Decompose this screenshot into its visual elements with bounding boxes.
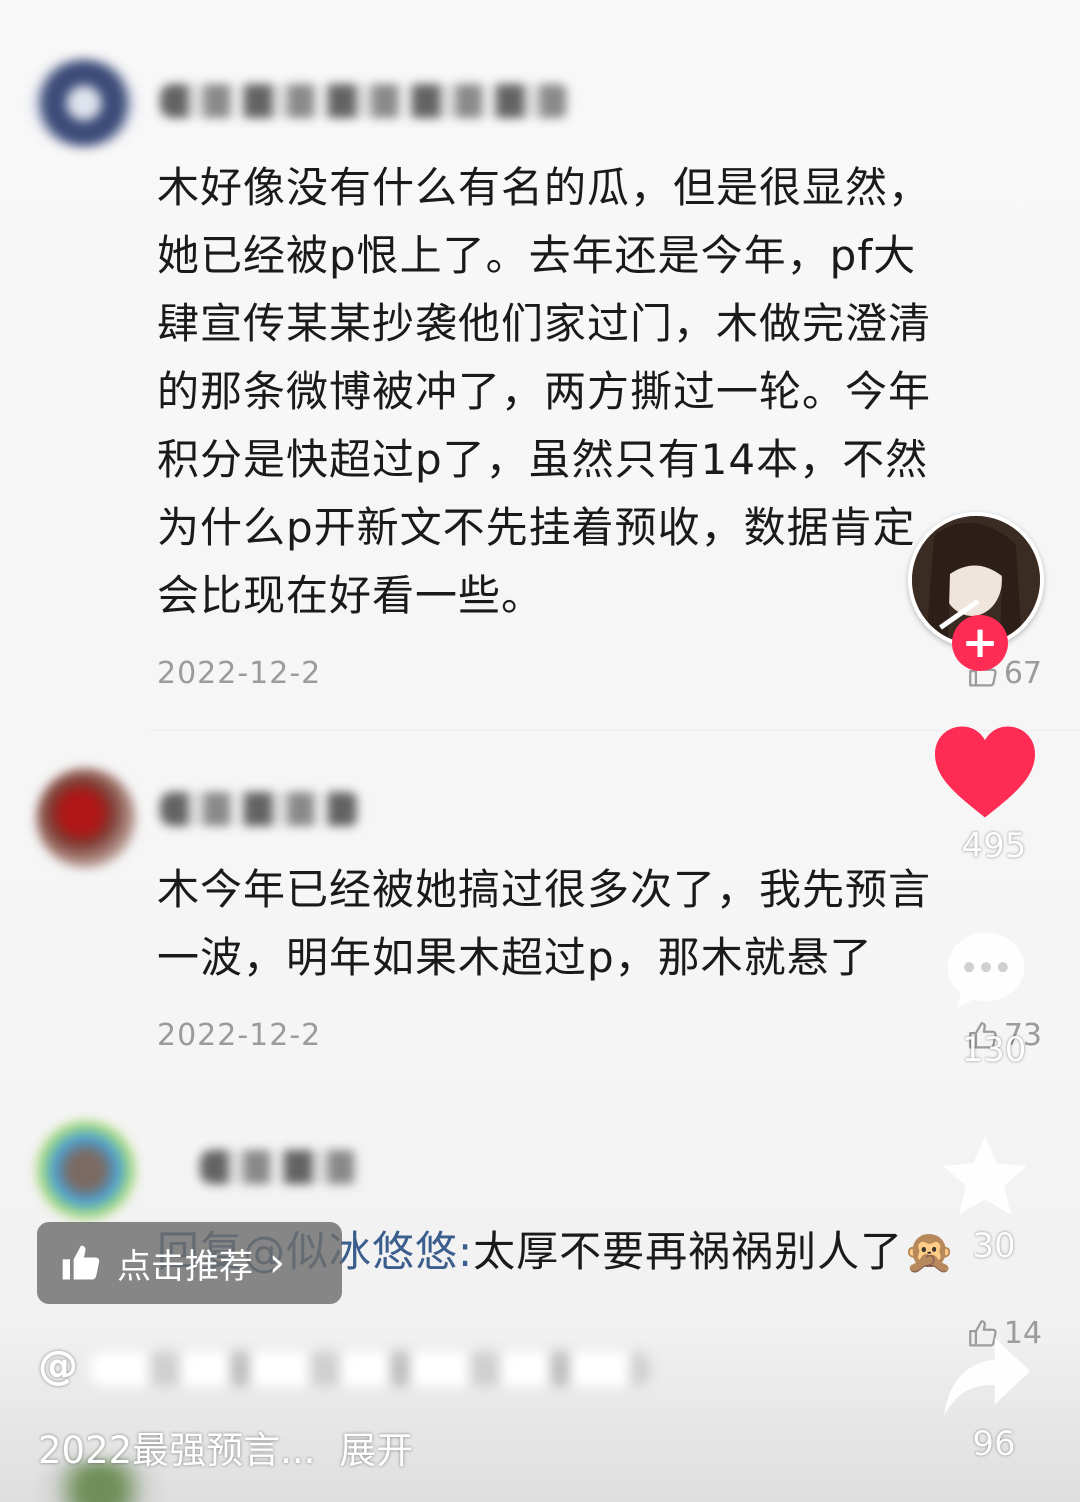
comment-line: 会比现在好看一些。 <box>157 571 545 620</box>
share-count: 96 <box>972 1424 1016 1464</box>
comment-bubble-icon <box>947 932 1025 1008</box>
share-button[interactable] <box>938 1334 1036 1420</box>
video-screen: 木好像没有什么有名的瓜，但是很显然， 她已经被p恨上了。去年还是今年，pf大 肆… <box>0 0 1080 1502</box>
comment-count: 130 <box>961 1030 1027 1070</box>
comment-line: 木好像没有什么有名的瓜，但是很显然， <box>157 163 932 212</box>
caption-text: 2022最强预言... <box>38 1429 316 1472</box>
comment-text-1: 木好像没有什么有名的瓜，但是很显然， 她已经被p恨上了。去年还是今年，pf大 肆… <box>157 154 1027 630</box>
blurred-author-name <box>90 1352 650 1386</box>
like-heart-button[interactable] <box>930 722 1040 822</box>
chevron-right-icon: › <box>269 1240 285 1286</box>
comment-date-1: 2022-12-2 <box>157 656 322 691</box>
caption-expand-link[interactable]: 展开 <box>339 1429 413 1472</box>
comment-line: 积分是快超过p了，虽然只有14本，不然 <box>157 435 929 484</box>
comment-line: 她已经被p恨上了。去年还是今年，pf大 <box>157 231 917 280</box>
favorite-count: 30 <box>972 1226 1016 1266</box>
like-count: 495 <box>961 826 1027 866</box>
commenter-name-3[interactable] <box>200 1150 360 1184</box>
commenter-avatar-2[interactable] <box>36 768 136 868</box>
comment-line: 木今年已经被她搞过很多次了，我先预言 <box>157 865 932 914</box>
recommend-button[interactable]: 点击推荐 › <box>37 1222 342 1304</box>
comment-text-2: 木今年已经被她搞过很多次了，我先预言 一波，明年如果木超过p，那木就悬了 <box>157 856 1027 992</box>
author-handle[interactable]: @ <box>38 1343 78 1389</box>
star-icon <box>943 1136 1027 1215</box>
comment-like-count: 67 <box>1003 656 1042 691</box>
comment-line: 为什么p开新文不先挂着预收，数据肯定 <box>157 503 916 552</box>
commenter-avatar-1[interactable] <box>30 58 138 148</box>
comment-line: 的那条微博被冲了，两方撕过一轮。今年 <box>157 367 932 416</box>
comment-line: 一波，明年如果木超过p，那木就悬了 <box>157 933 873 982</box>
heart-icon <box>935 726 1035 818</box>
thumbs-up-filled-icon <box>62 1245 100 1280</box>
commenter-name-1[interactable] <box>160 84 570 118</box>
commenter-avatar-3[interactable] <box>36 1120 136 1220</box>
recommend-label: 点击推荐 <box>117 1246 253 1287</box>
share-arrow-icon <box>944 1337 1030 1417</box>
video-caption: 2022最强预言... 展开 <box>38 1420 413 1474</box>
comment-line: 肆宣传某某抄袭他们家过门，木做完澄清 <box>157 299 932 348</box>
comment-date-2: 2022-12-2 <box>157 1018 322 1053</box>
commenter-name-2[interactable] <box>160 792 360 826</box>
reply-text: 太厚不要再祸祸别人了🙊 <box>473 1227 957 1276</box>
follow-button[interactable]: + <box>952 615 1008 671</box>
comment-button[interactable] <box>940 925 1032 1017</box>
favorite-button[interactable] <box>936 1130 1034 1226</box>
